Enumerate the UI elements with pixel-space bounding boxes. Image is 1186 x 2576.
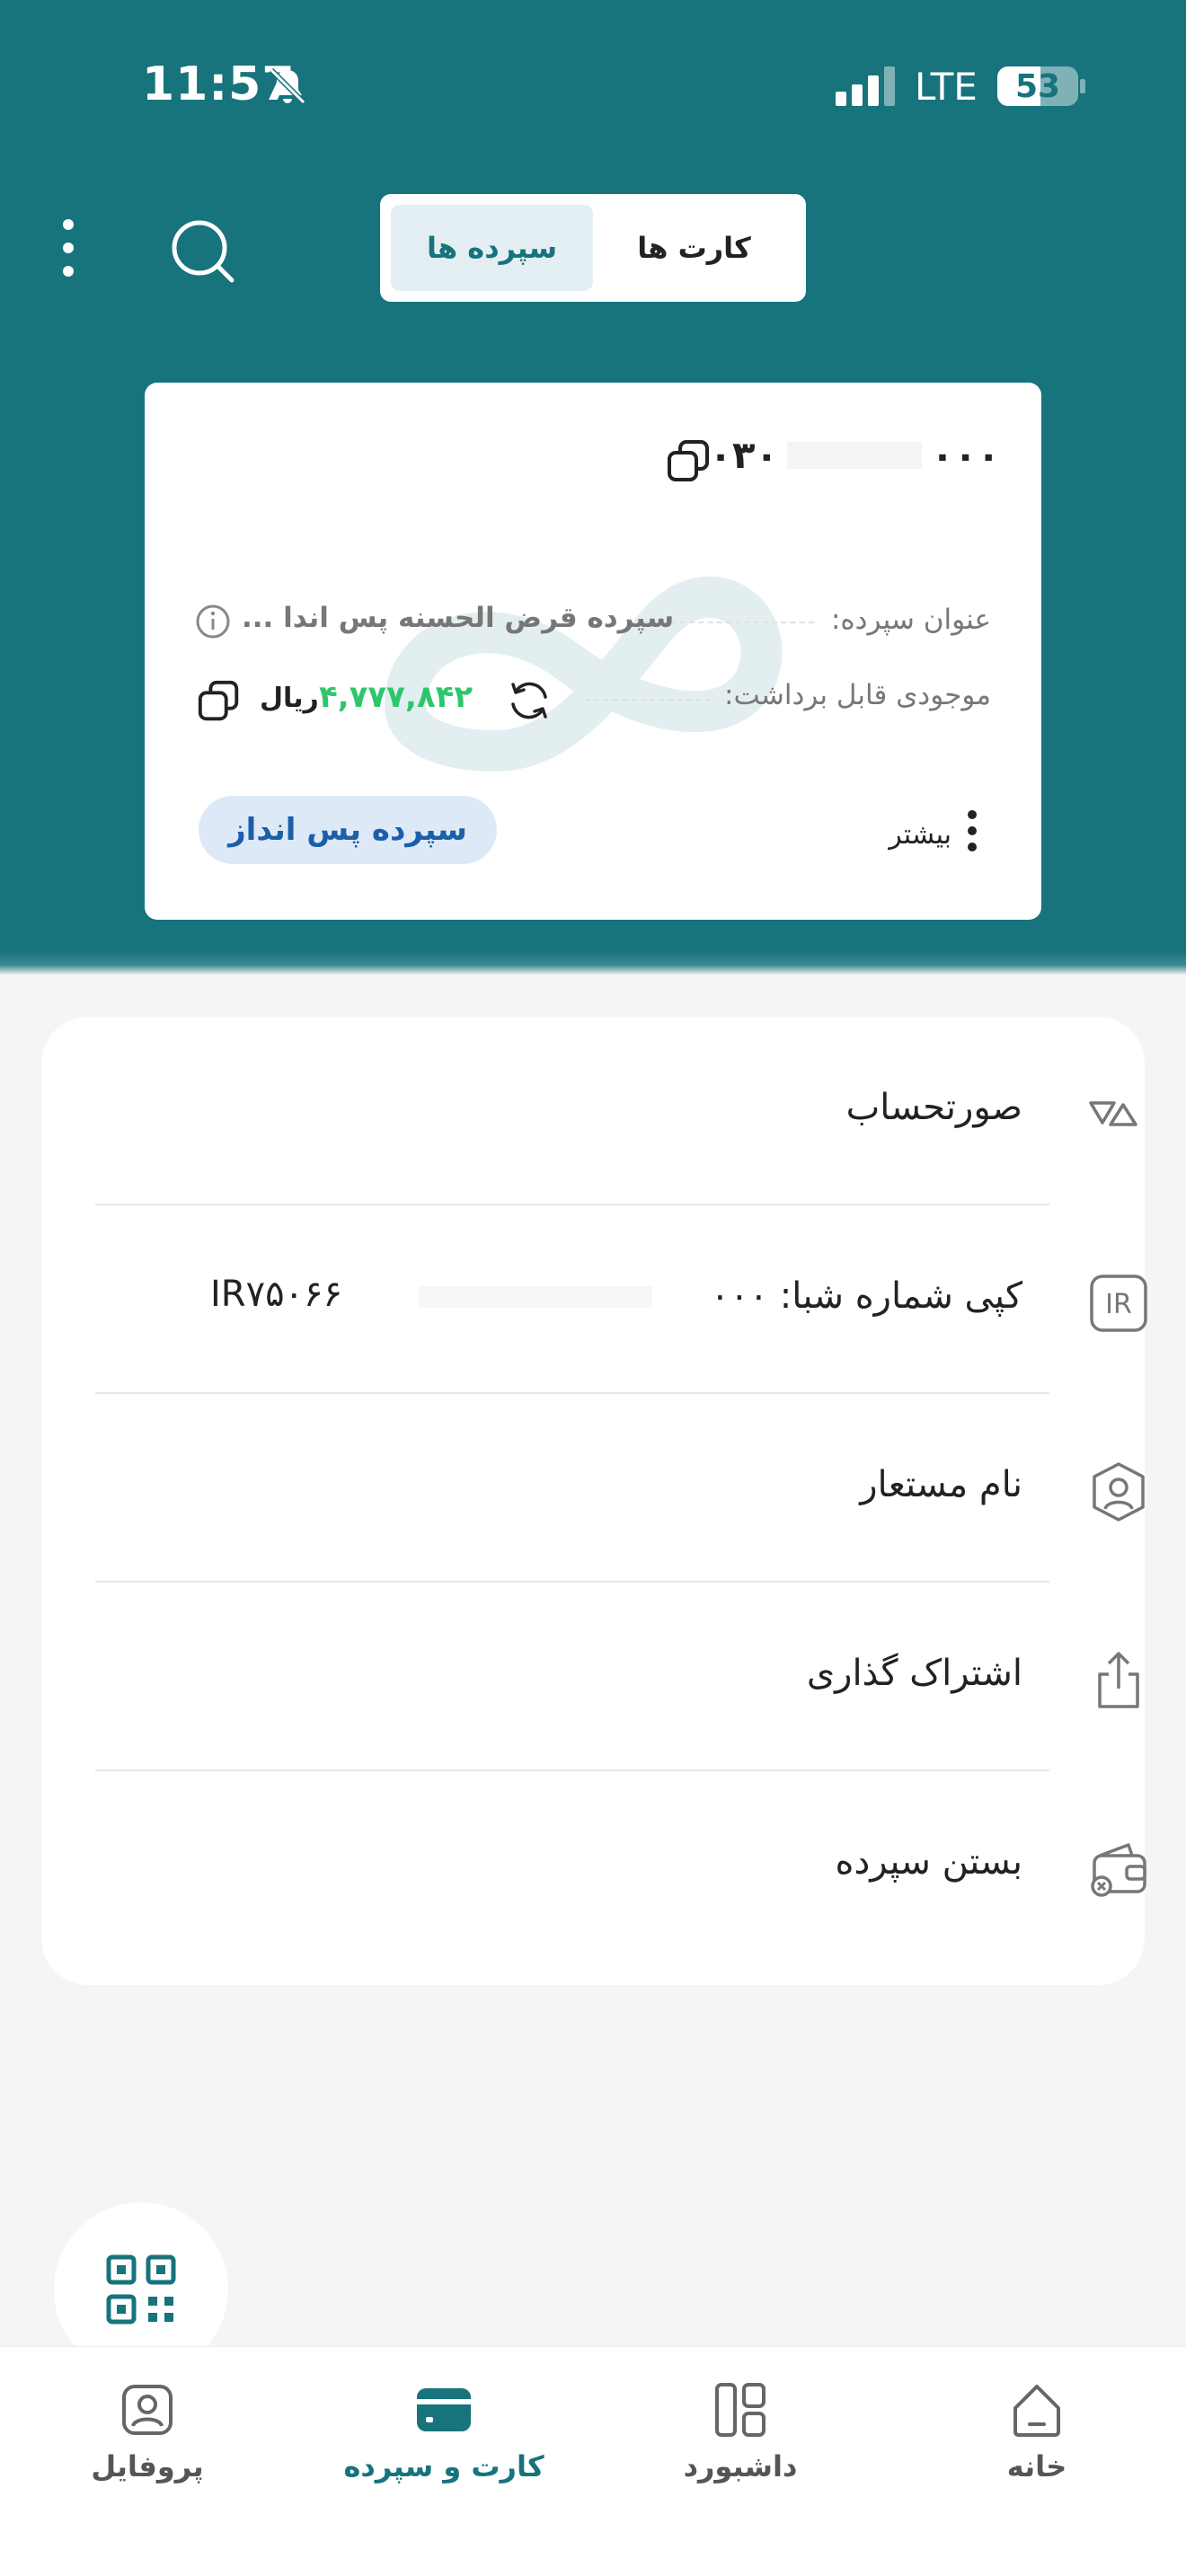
svg-text:IR: IR (1105, 1289, 1132, 1320)
copy-icon[interactable] (664, 437, 714, 487)
tab-deposits[interactable]: سپرده ها (391, 205, 593, 291)
nav-label: کارت و سپرده (343, 2449, 544, 2483)
nav-home[interactable]: خانه (929, 2347, 1145, 2576)
tab-cards[interactable]: کارت ها (593, 205, 795, 291)
share-icon (1098, 1652, 1139, 1708)
more-button[interactable]: بیشتر (889, 810, 977, 859)
signal-icon (836, 66, 895, 106)
network-type: LTE (915, 65, 978, 109)
search-icon[interactable] (167, 216, 237, 286)
account-number: ۰۳۰ ۰۰۰ (709, 433, 1000, 477)
card-icon (417, 2388, 471, 2431)
copy-balance-icon[interactable] (195, 677, 243, 726)
currency-label: ریال (260, 683, 319, 714)
bank-logo-watermark (384, 576, 783, 772)
qr-code-icon (106, 2254, 176, 2325)
deposit-card: ۰۳۰ ۰۰۰ عنوان سپرده: سپرده قرض الحسنه پس … (145, 383, 1041, 920)
deposit-actions-panel: صورتحساب IR۷۵۰۶۶ کپی شماره شبا: ۰۰۰ IR ن… (41, 1017, 1147, 1985)
battery-icon: 53 (997, 66, 1078, 106)
menu-item-share[interactable]: اشتراک گذاری (95, 1583, 1139, 1771)
info-icon[interactable] (195, 604, 231, 640)
refresh-icon[interactable] (506, 677, 553, 724)
close-wallet-icon (1091, 1843, 1146, 1897)
menu-item-label: کپی شماره شبا: ۰۰۰ (710, 1275, 1022, 1317)
menu-item-copy-iban[interactable]: IR۷۵۰۶۶ کپی شماره شبا: ۰۰۰ IR (95, 1205, 1147, 1394)
nav-label: خانه (1006, 2449, 1067, 2483)
menu-item-label: نام مستعار (860, 1464, 1022, 1505)
more-dots-icon (968, 810, 977, 859)
balance-label: موجودی قابل برداشت: (724, 679, 991, 711)
deposit-title-label: عنوان سپرده: (830, 604, 991, 636)
deposit-title-value: سپرده قرض الحسنه پس اندا ... (242, 602, 675, 634)
menu-item-label: صورتحساب (845, 1087, 1022, 1128)
menu-item-alias[interactable]: نام مستعار (95, 1394, 1145, 1583)
user-badge-icon (1093, 1462, 1145, 1522)
bottom-navigation: پروفایل کارت و سپرده داشبورد خانه (0, 2346, 1186, 2576)
menu-item-label: بستن سپرده (835, 1841, 1022, 1883)
bell-off-icon (269, 67, 306, 105)
home-icon (1013, 2385, 1060, 2437)
statement-icon (1089, 1101, 1137, 1126)
nav-label: پروفایل (91, 2449, 204, 2483)
battery-level: 53 (1014, 68, 1061, 105)
nav-cards-deposits[interactable]: کارت و سپرده (336, 2347, 552, 2576)
overflow-menu-icon[interactable] (50, 219, 86, 278)
ir-icon: IR (1090, 1275, 1147, 1332)
menu-item-statement[interactable]: صورتحساب (95, 1017, 1137, 1205)
balance-value: ۴,۷۷۷,۸۴۲ (319, 679, 474, 715)
nav-label: داشبورد (683, 2449, 798, 2483)
dashboard-icon (715, 2383, 766, 2437)
dashed-divider (585, 699, 711, 701)
deposit-type-badge: سپرده پس انداز (199, 796, 497, 864)
profile-icon (122, 2385, 173, 2435)
iban-masked (419, 1286, 652, 1308)
iban-value: IR۷۵۰۶۶ (210, 1274, 343, 1315)
segment-control: سپرده ها کارت ها (380, 194, 806, 302)
more-label: بیشتر (889, 818, 951, 851)
menu-item-label: اشتراک گذاری (806, 1653, 1022, 1694)
nav-dashboard[interactable]: داشبورد (633, 2347, 848, 2576)
nav-profile[interactable]: پروفایل (40, 2347, 255, 2576)
battery-tip (1080, 79, 1085, 93)
menu-item-close-deposit[interactable]: بستن سپرده (95, 1771, 1146, 1960)
